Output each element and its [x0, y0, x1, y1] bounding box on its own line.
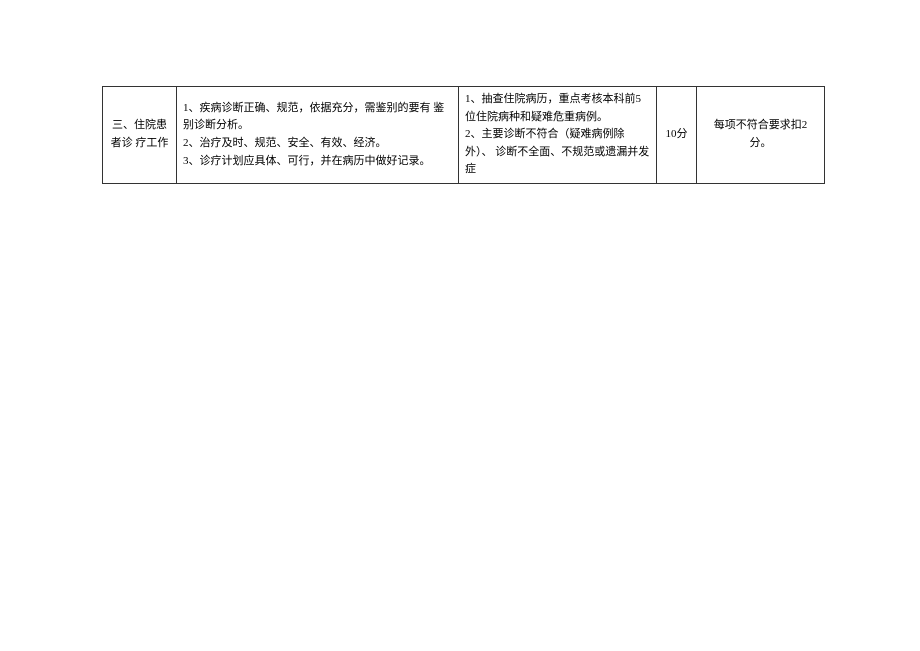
deduction-text: 每项不符合要求扣2分。 — [714, 119, 808, 149]
requirement-item-2: 2、治疗及时、规范、安全、有效、经济。 — [183, 135, 452, 153]
score-cell: 10分 — [657, 87, 697, 184]
method-item-2: 2、主要诊断不符合（疑难病例除外）、 诊断不全面、不规范或遗漏并发症 — [465, 126, 650, 179]
requirement-item-3: 3、诊疗计划应具体、可行，并在病历中做好记录。 — [183, 153, 452, 171]
table-row: 三、住院患者诊 疗工作 1、疾病诊断正确、规范，依据充分，需鉴别的要有 鉴别诊断… — [103, 87, 825, 184]
requirement-item-1: 1、疾病诊断正确、规范，依据充分，需鉴别的要有 鉴别诊断分析。 — [183, 100, 452, 135]
deduction-cell: 每项不符合要求扣2分。 — [697, 87, 825, 184]
category-cell: 三、住院患者诊 疗工作 — [103, 87, 177, 184]
methods-cell: 1、抽查住院病历，重点考核本科前5 位住院病种和疑难危重病例。 2、主要诊断不符… — [459, 87, 657, 184]
requirements-cell: 1、疾病诊断正确、规范，依据充分，需鉴别的要有 鉴别诊断分析。 2、治疗及时、规… — [177, 87, 459, 184]
evaluation-table: 三、住院患者诊 疗工作 1、疾病诊断正确、规范，依据充分，需鉴别的要有 鉴别诊断… — [102, 86, 825, 184]
method-item-1: 1、抽查住院病历，重点考核本科前5 位住院病种和疑难危重病例。 — [465, 91, 650, 126]
score-text: 10分 — [666, 128, 688, 140]
category-text: 三、住院患者诊 疗工作 — [111, 119, 169, 149]
evaluation-table-container: 三、住院患者诊 疗工作 1、疾病诊断正确、规范，依据充分，需鉴别的要有 鉴别诊断… — [102, 86, 824, 184]
